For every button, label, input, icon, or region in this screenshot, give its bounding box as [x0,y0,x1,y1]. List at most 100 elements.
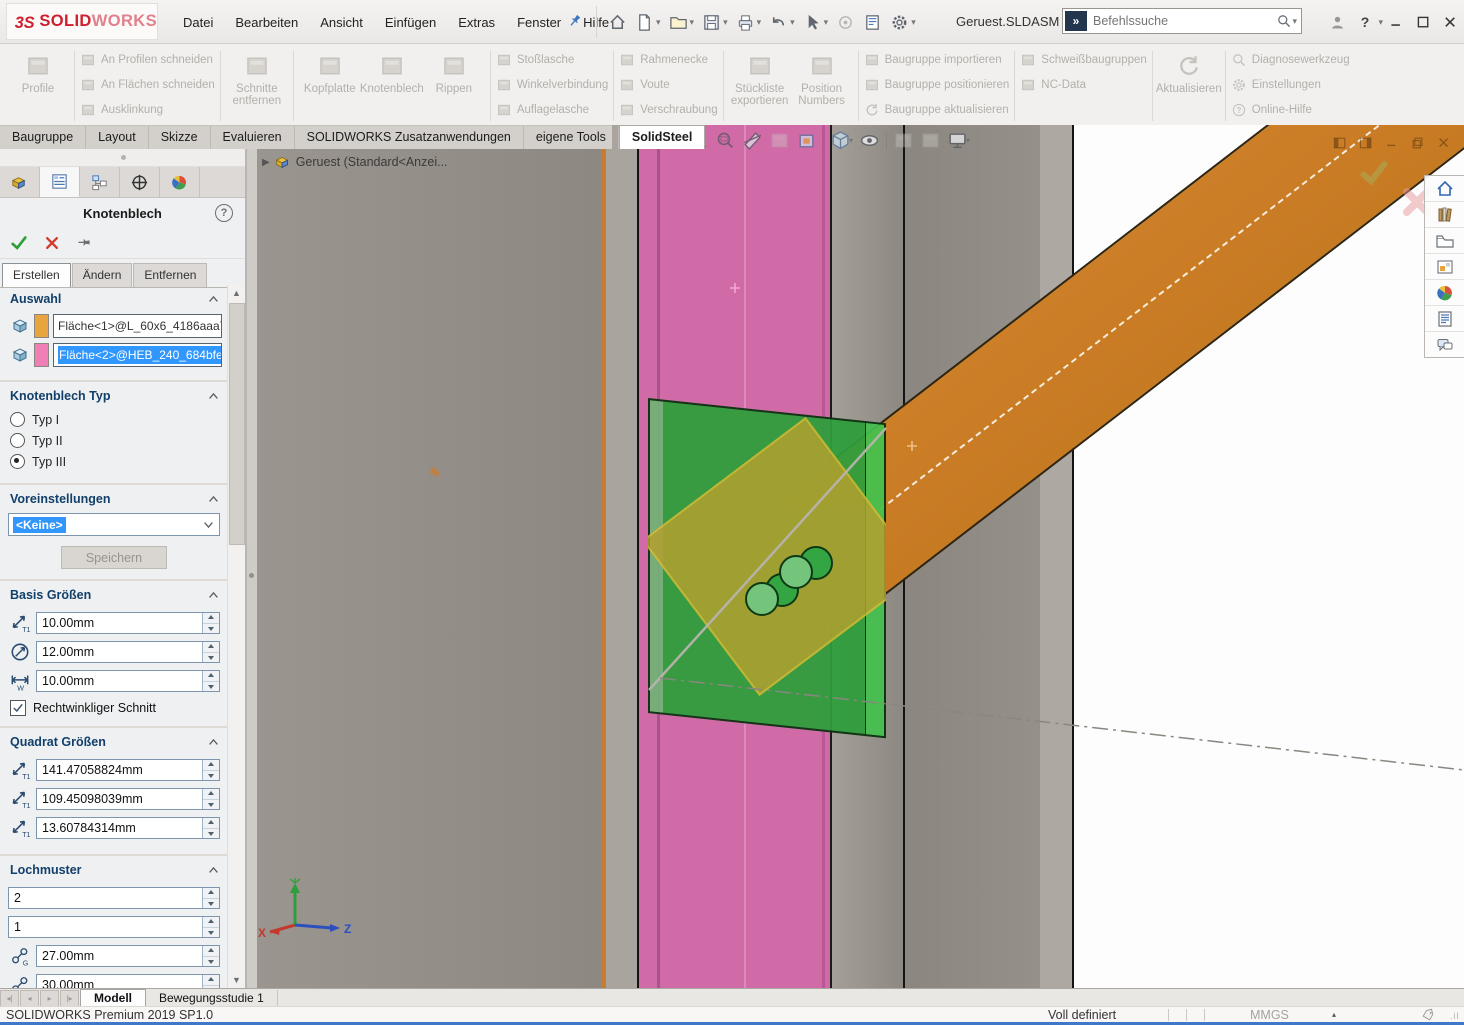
ribbon-an-profilen-schneiden[interactable]: An Profilen schneiden [80,47,213,72]
value-input[interactable]: 30.00mm [36,974,220,988]
cancel-cross-icon[interactable] [44,235,60,251]
value-input[interactable]: 27.00mm [36,945,220,967]
user-account-icon[interactable] [1324,8,1351,36]
doc-minimize-icon[interactable] [1384,135,1400,151]
spinner[interactable] [202,760,219,780]
panel-tab-property-manager[interactable] [40,167,80,197]
tab-scroll-last-icon[interactable]: |▸ [60,990,79,1007]
tab-solidsteel[interactable]: SolidSteel [619,125,705,149]
close-button[interactable] [1437,8,1464,36]
panel-splitter[interactable] [246,149,257,988]
spinner[interactable] [202,818,219,838]
ribbon-stoßlasche[interactable]: Stoßlasche [496,47,575,72]
selection-field[interactable]: Fläche<1>@L_60x6_4186aaa7-0 [53,314,222,338]
ribbon-voute[interactable]: Voute [619,72,669,97]
tab-baugruppe[interactable]: Baugruppe [0,126,86,149]
radio-typ-iii[interactable]: Typ III [10,454,228,469]
status-units[interactable]: MMGS [1250,1008,1289,1022]
ribbon-einstellungen[interactable]: Einstellungen [1231,72,1321,97]
collapse-chevron-icon[interactable] [207,390,220,403]
tab-scroll-first-icon[interactable]: ◂| [0,990,19,1007]
value-input[interactable]: 10.00mm [36,612,220,634]
units-caret-icon[interactable]: ▴ [1332,1010,1336,1019]
section-view-icon[interactable] [742,130,763,151]
scroll-down-icon[interactable]: ▼ [228,972,245,988]
search-input[interactable] [1091,13,1276,29]
feature-tree-node[interactable]: ▶ Geruest (Standard<Anzei... [262,153,448,171]
new-file-button[interactable]: ▾ [631,7,665,37]
display-style-icon[interactable] [769,130,790,151]
ribbon-ausklinkung[interactable]: Ausklinkung [80,97,163,122]
ribbon-baugruppe-importieren[interactable]: Baugruppe importieren [864,47,1002,72]
expand-arrow-icon[interactable]: ▶ [262,157,270,168]
selection-field[interactable]: Fläche<2>@HEB_240_684bfef4 [53,343,222,367]
ribbon-baugruppe-aktualisieren[interactable]: Baugruppe aktualisieren [864,97,1009,122]
collapse-chevron-icon[interactable] [207,589,220,602]
ribbon-knotenblech[interactable]: Knotenblech [361,47,423,95]
task-pane-design-library[interactable] [1425,202,1464,228]
home-button[interactable] [604,7,631,37]
doc-tile-right-icon[interactable] [1358,135,1374,151]
ribbon-nc-data[interactable]: NC-Data [1020,72,1086,97]
spinner[interactable] [202,917,219,937]
help-icon[interactable]: ? [1351,8,1378,36]
properties-button[interactable] [859,7,886,37]
tree-node-label[interactable]: Geruest (Standard<Anzei... [296,155,448,169]
ribbon-profile[interactable]: Profile [7,47,69,95]
tab-skizze[interactable]: Skizze [149,126,211,149]
panel-scrollbar[interactable]: ▲ ▼ [227,285,245,988]
spinner[interactable] [202,975,219,988]
ribbon-schweißbaugruppen[interactable]: Schweißbaugruppen [1020,47,1147,72]
collapse-chevron-icon[interactable] [207,864,220,877]
task-pane-appearances[interactable] [1425,280,1464,306]
tab-layout[interactable]: Layout [86,126,149,149]
value-input[interactable]: 141.47058824mm [36,759,220,781]
spinner[interactable] [202,789,219,809]
ribbon-schnitte-entfernen[interactable]: Schnitte entfernen [226,47,288,107]
selection-color-swatch[interactable] [34,343,49,367]
search-magnifier-icon[interactable] [1276,13,1292,29]
tab-scroll-next-icon[interactable]: ▸ [40,990,59,1007]
doc-close-icon[interactable] [1436,135,1452,151]
save-preset-button[interactable]: Speichern [61,546,167,569]
minimize-button[interactable] [1383,8,1410,36]
search-caret-icon[interactable]: ▾ [1292,16,1297,27]
help-circle-icon[interactable]: ? [215,204,233,222]
selection-color-swatch[interactable] [34,314,49,338]
scroll-up-icon[interactable]: ▲ [228,285,245,301]
menu-einfügen[interactable]: Einfügen [374,15,447,30]
value-input[interactable]: 2 [8,887,220,909]
ribbon-winkelverbindung[interactable]: Winkelverbindung [496,72,608,97]
view-cube-icon[interactable]: ▾ [830,130,853,151]
square-preview-overlay[interactable] [642,417,923,696]
value-input[interactable]: 10.00mm [36,670,220,692]
ribbon-kopfplatte[interactable]: Kopfplatte [299,47,361,95]
options-gear-button[interactable]: ▾ [886,7,920,37]
confirm-ok-icon[interactable] [1356,158,1392,188]
menu-bearbeiten[interactable]: Bearbeiten [224,15,309,30]
ribbon-baugruppe-positionieren[interactable]: Baugruppe positionieren [864,72,1010,97]
mode-tab-ändern[interactable]: Ändern [72,263,133,287]
motion-a-icon[interactable] [893,130,914,151]
tab-solidworks-zusatzanwendungen[interactable]: SOLIDWORKS Zusatzanwendungen [295,126,524,149]
model-tab-bewegungsstudie-1[interactable]: Bewegungsstudie 1 [146,990,278,1007]
menu-extras[interactable]: Extras [447,15,506,30]
task-pane-view-palette[interactable] [1425,254,1464,280]
ribbon-position-numbers[interactable]: Position Numbers [791,47,853,107]
ribbon-stückliste-exportieren[interactable]: Stückliste exportieren [729,47,791,107]
tab-eigene-tools[interactable]: eigene Tools [524,126,619,149]
view-orientation-icon[interactable] [796,130,817,151]
checkbox-rechtwinkliger-schnitt[interactable]: Rechtwinkliger Schnitt [10,700,228,716]
menu-ansicht[interactable]: Ansicht [309,15,374,30]
column-face-light[interactable] [606,125,637,988]
menu-datei[interactable]: Datei [172,15,224,30]
scrollbar-thumb[interactable] [229,303,245,545]
collapse-chevron-icon[interactable] [207,493,220,506]
ribbon-rahmenecke[interactable]: Rahmenecke [619,47,708,72]
task-pane-home[interactable] [1425,176,1464,202]
ribbon-diagnosewerkzeug[interactable]: Diagnosewerkzeug [1231,47,1350,72]
rebuild-button[interactable] [832,7,859,37]
open-file-button[interactable]: ▾ [665,7,699,37]
doc-restore-icon[interactable] [1410,135,1426,151]
presets-dropdown[interactable]: <Keine> [8,513,220,536]
